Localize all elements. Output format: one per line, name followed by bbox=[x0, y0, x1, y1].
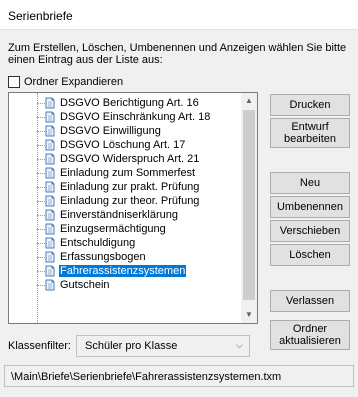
edit-draft-button[interactable]: Entwurf bearbeiten bbox=[270, 118, 350, 148]
document-icon bbox=[45, 195, 55, 207]
class-filter-label: Klassenfilter: bbox=[8, 340, 71, 352]
document-icon bbox=[45, 125, 55, 137]
list-item[interactable]: Einzugsermächtigung bbox=[9, 222, 241, 236]
document-icon bbox=[45, 279, 55, 291]
delete-button[interactable]: Löschen bbox=[270, 244, 350, 266]
class-filter-select[interactable]: Schüler pro Klasse ⌵ bbox=[76, 335, 250, 357]
list-item[interactable]: DSGVO Einwilligung bbox=[9, 124, 241, 138]
list-item-label: Einladung zum Sommerfest bbox=[60, 167, 196, 179]
list-item[interactable]: DSGVO Einschränkung Art. 18 bbox=[9, 110, 241, 124]
window-title: Serienbriefe bbox=[8, 9, 73, 23]
list-item-label: Gutschein bbox=[60, 279, 110, 291]
document-icon bbox=[45, 223, 55, 235]
move-button[interactable]: Verschieben bbox=[270, 220, 350, 242]
instruction-text: Zum Erstellen, Löschen, Umbenennen und A… bbox=[8, 42, 347, 66]
letter-list[interactable]: DSGVO Berichtigung Art. 16 DSGVO Einschrä… bbox=[8, 92, 258, 324]
path-display: \Main\Briefe\Serienbriefe\Fahrerassisten… bbox=[4, 365, 354, 387]
list-item[interactable]: DSGVO Berichtigung Art. 16 bbox=[9, 96, 241, 110]
rename-button[interactable]: Umbenennen bbox=[270, 196, 350, 218]
list-item[interactable]: Einverständniserklärung bbox=[9, 208, 241, 222]
title-bar: Serienbriefe bbox=[0, 0, 358, 30]
file-path: \Main\Briefe\Serienbriefe\Fahrerassisten… bbox=[11, 371, 282, 383]
letter-list-items: DSGVO Berichtigung Art. 16 DSGVO Einschrä… bbox=[9, 93, 241, 323]
document-icon bbox=[45, 111, 55, 123]
document-icon bbox=[45, 181, 55, 193]
list-item-label: Fahrerassistenzsystemen bbox=[59, 265, 187, 277]
list-item[interactable]: Gutschein bbox=[9, 278, 241, 292]
list-item-label: Einladung zur theor. Prüfung bbox=[60, 195, 200, 207]
scroll-up-arrow-icon[interactable]: ▲ bbox=[241, 93, 257, 109]
list-item-label: Entschuldigung bbox=[60, 237, 136, 249]
list-item-label: DSGVO Widerspruch Art. 21 bbox=[60, 153, 200, 165]
leave-button[interactable]: Verlassen bbox=[270, 290, 350, 312]
list-item-label: DSGVO Berichtigung Art. 16 bbox=[60, 97, 199, 109]
list-item[interactable]: Fahrerassistenzsystemen bbox=[9, 264, 241, 278]
document-icon bbox=[45, 237, 55, 249]
scroll-down-arrow-icon[interactable]: ▼ bbox=[241, 307, 257, 323]
list-item[interactable]: DSGVO Löschung Art. 17 bbox=[9, 138, 241, 152]
list-item[interactable]: Entschuldigung bbox=[9, 236, 241, 250]
document-icon bbox=[45, 209, 55, 221]
serienbriefe-window: Serienbriefe Zum Erstellen, Löschen, Umb… bbox=[0, 0, 358, 397]
list-item-label: Einladung zur prakt. Prüfung bbox=[60, 181, 200, 193]
chevron-down-icon[interactable]: ⌵ bbox=[236, 340, 243, 351]
expand-folders-label[interactable]: Ordner Expandieren bbox=[24, 76, 123, 88]
document-icon bbox=[45, 153, 55, 165]
list-item[interactable]: DSGVO Widerspruch Art. 21 bbox=[9, 152, 241, 166]
list-item[interactable]: Erfassungsbogen bbox=[9, 250, 241, 264]
document-icon bbox=[45, 265, 55, 277]
new-button[interactable]: Neu bbox=[270, 172, 350, 194]
document-icon bbox=[45, 139, 55, 151]
expand-folders-checkbox[interactable] bbox=[8, 75, 20, 88]
list-item-label: Einverständniserklärung bbox=[60, 209, 179, 221]
document-icon bbox=[45, 97, 55, 109]
list-item[interactable]: Einladung zur prakt. Prüfung bbox=[9, 180, 241, 194]
scroll-thumb[interactable] bbox=[243, 110, 255, 300]
list-item-label: DSGVO Einschränkung Art. 18 bbox=[60, 111, 211, 123]
expand-folders-toggle[interactable]: Ordner Expandieren bbox=[8, 75, 123, 88]
list-item[interactable]: Einladung zum Sommerfest bbox=[9, 166, 241, 180]
list-item-label: DSGVO Einwilligung bbox=[60, 125, 161, 137]
list-item-label: Erfassungsbogen bbox=[60, 251, 146, 263]
print-button[interactable]: Drucken bbox=[270, 94, 350, 116]
document-icon bbox=[45, 251, 55, 263]
document-icon bbox=[45, 167, 55, 179]
list-item-label: DSGVO Löschung Art. 17 bbox=[60, 139, 186, 151]
class-filter-value: Schüler pro Klasse bbox=[85, 340, 178, 352]
list-scrollbar[interactable]: ▲ ▼ bbox=[241, 93, 257, 323]
list-item-label: Einzugsermächtigung bbox=[60, 223, 166, 235]
refresh-folder-button[interactable]: Ordner aktualisieren bbox=[270, 320, 350, 350]
list-item[interactable]: Einladung zur theor. Prüfung bbox=[9, 194, 241, 208]
